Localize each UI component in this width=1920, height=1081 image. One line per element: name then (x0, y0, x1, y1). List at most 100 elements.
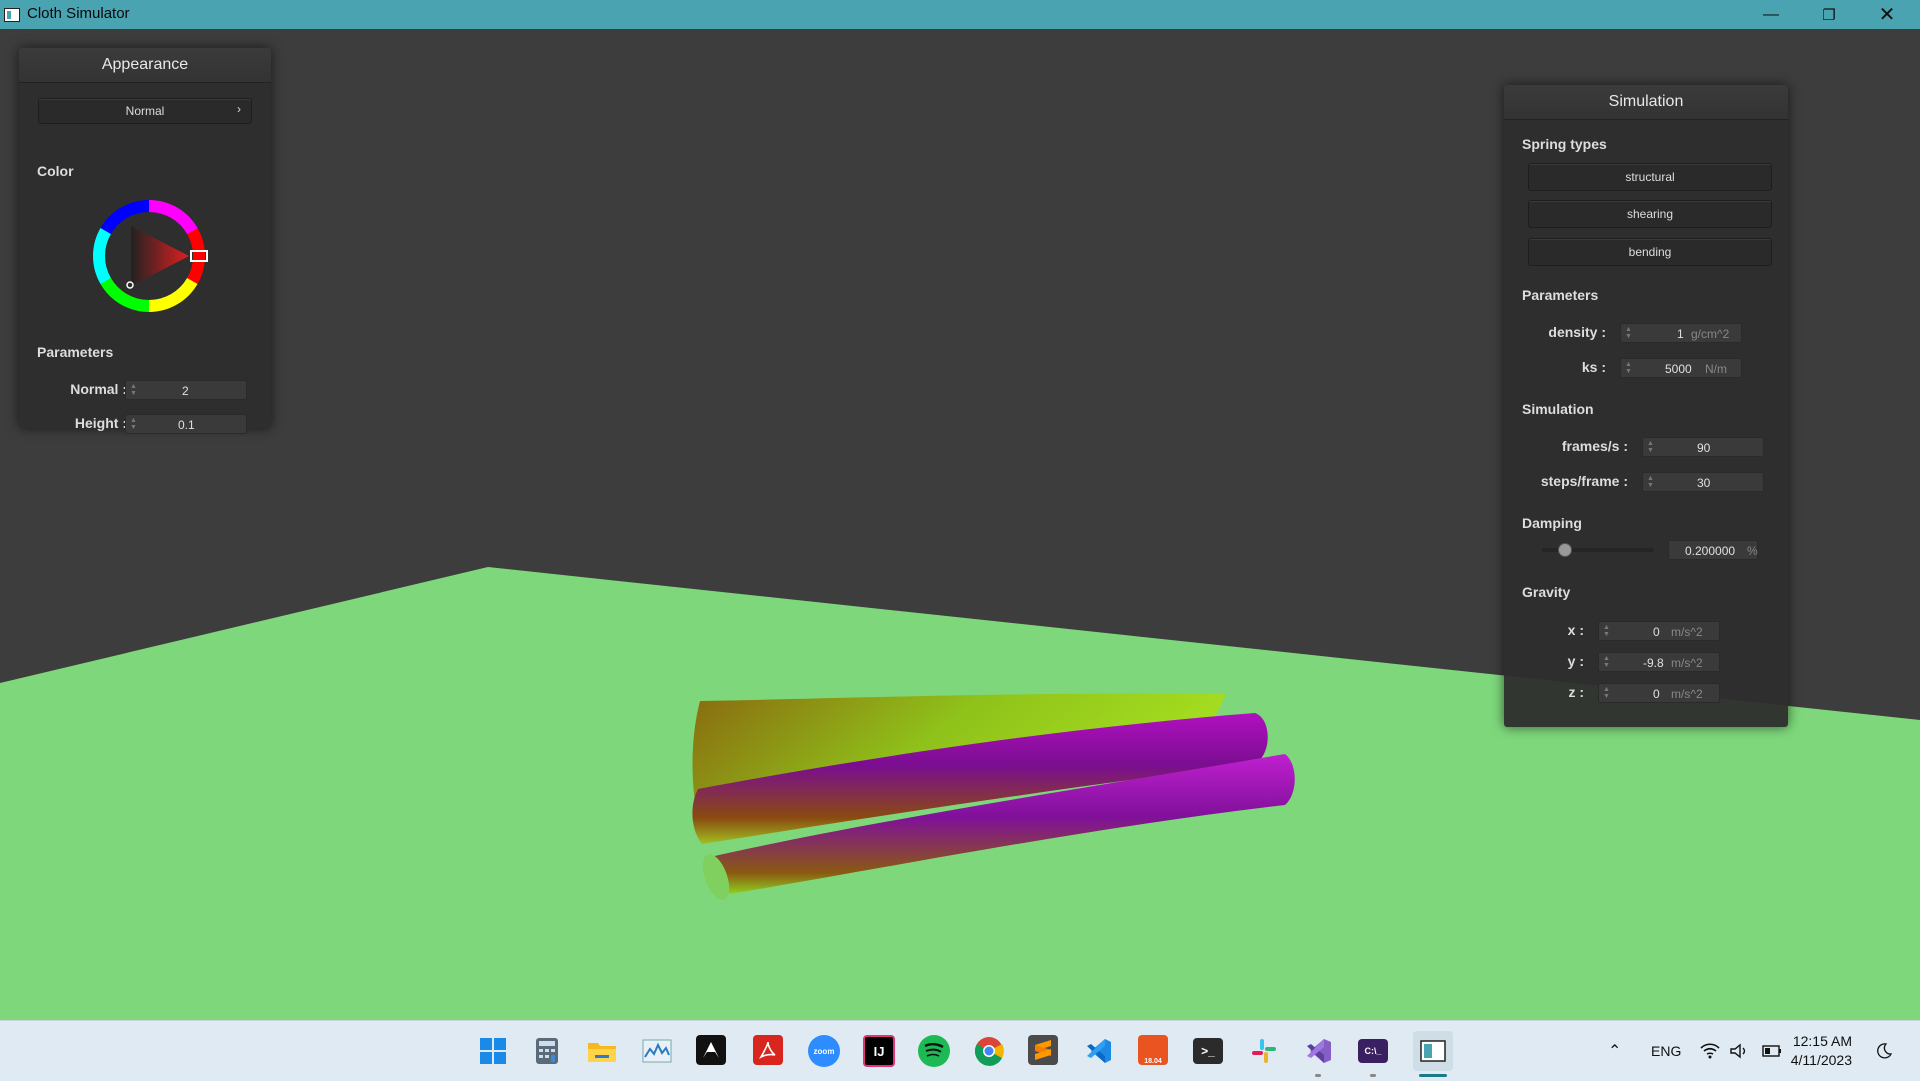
gravity-y-label: y : (1567, 653, 1584, 669)
steps-input[interactable]: ▲ ▼ 30 (1642, 472, 1764, 492)
spinner-arrows-icon[interactable]: ▲ ▼ (130, 417, 137, 431)
appearance-mode-value: Normal (125, 104, 165, 118)
damping-slider-handle[interactable] (1558, 543, 1573, 557)
height-input[interactable]: ▲ ▼ 0.1 (125, 414, 247, 434)
fps-value: 90 (1697, 441, 1711, 455)
spring-types-label: Spring types (1522, 136, 1607, 152)
language-label: ENG (1651, 1043, 1682, 1059)
language-indicator[interactable]: ENG (1651, 1021, 1681, 1081)
density-unit: g/cm^2 (1691, 327, 1730, 341)
gravity-x-unit: m/s^2 (1671, 625, 1703, 639)
clock-time: 12:15 AM (1792, 1033, 1852, 1049)
inkscape-icon[interactable] (696, 1035, 726, 1065)
color-label: Color (37, 163, 74, 179)
gravity-y-input[interactable]: ▲ ▼ -9.8 m/s^2 (1598, 652, 1720, 672)
spinner-arrows-icon[interactable]: ▲ ▼ (130, 383, 137, 397)
minimize-button[interactable]: — (1742, 0, 1800, 29)
density-label: density : (1548, 324, 1606, 340)
gravity-label: Gravity (1522, 584, 1571, 600)
app-icon (4, 8, 20, 22)
spinner-arrows-icon[interactable]: ▲ ▼ (1647, 475, 1654, 489)
gravity-y-unit: m/s^2 (1671, 656, 1703, 670)
color-triangle[interactable] (131, 226, 189, 286)
spinner-arrows-icon[interactable]: ▲ ▼ (1603, 655, 1610, 669)
simulation-panel: Simulation Spring types structural shear… (1504, 85, 1788, 727)
running-app-indicator (1315, 1074, 1321, 1077)
ubuntu-icon[interactable]: 18.04 (1138, 1035, 1168, 1065)
battery-icon[interactable] (1760, 1021, 1782, 1081)
normal-input[interactable]: ▲ ▼ 2 (125, 380, 247, 400)
wifi-icon[interactable] (1700, 1021, 1720, 1081)
chrome-icon[interactable] (973, 1035, 1005, 1067)
minimize-icon: — (1763, 5, 1779, 23)
shearing-button[interactable]: shearing (1528, 200, 1772, 228)
chevron-up-icon[interactable]: ⌃ (1608, 1041, 1621, 1061)
clock[interactable]: 12:15 AM 4/11/2023 (1791, 1032, 1852, 1070)
sim-parameters-label: Parameters (1522, 287, 1599, 303)
sublime-text-icon[interactable] (1028, 1035, 1058, 1065)
terminal-icon[interactable]: >_ (1193, 1038, 1223, 1064)
fps-input[interactable]: ▲ ▼ 90 (1642, 437, 1764, 457)
structural-button[interactable]: structural (1528, 163, 1772, 191)
spotify-icon[interactable] (918, 1035, 950, 1067)
height-value: 0.1 (178, 418, 195, 432)
appearance-panel: Appearance Normal › Color Parameters Nor… (19, 48, 271, 434)
title-bar: Cloth Simulator — ❐ ✕ (0, 0, 1920, 29)
slack-icon[interactable] (1248, 1035, 1280, 1067)
file-explorer-icon[interactable] (586, 1035, 618, 1067)
damping-label: Damping (1522, 515, 1582, 531)
vscode-icon[interactable] (1083, 1035, 1115, 1067)
damping-value: 0.200000 (1685, 544, 1736, 558)
spinner-arrows-icon[interactable]: ▲ ▼ (1625, 326, 1632, 340)
active-app-indicator (1419, 1074, 1447, 1077)
steps-label: steps/frame : (1540, 473, 1628, 489)
gravity-z-unit: m/s^2 (1671, 687, 1703, 701)
normal-value: 2 (182, 384, 189, 398)
gravity-x-value: 0 (1653, 625, 1660, 639)
chevron-right-icon: › (237, 102, 241, 116)
notifications-icon[interactable] (1876, 1021, 1892, 1081)
steps-value: 30 (1697, 476, 1711, 490)
gravity-z-value: 0 (1653, 687, 1660, 701)
zoom-icon[interactable]: zoom (808, 1035, 840, 1067)
system-tray: ⌃ (1608, 1021, 1621, 1081)
normal-label: Normal : (70, 381, 127, 397)
ks-input[interactable]: ▲ ▼ 5000 N/m (1620, 358, 1742, 378)
appearance-parameters-label: Parameters (37, 344, 114, 360)
damping-input[interactable]: 0.200000 % (1668, 540, 1758, 560)
simulation-section-label: Simulation (1522, 401, 1594, 417)
appearance-mode-dropdown[interactable]: Normal › (38, 98, 252, 124)
spinner-arrows-icon[interactable]: ▲ ▼ (1603, 624, 1610, 638)
ks-label: ks : (1581, 359, 1606, 375)
ks-value: 5000 (1665, 362, 1692, 376)
window-title: Cloth Simulator (27, 5, 130, 22)
gravity-x-input[interactable]: ▲ ▼ 0 m/s^2 (1598, 621, 1720, 641)
bending-button[interactable]: bending (1528, 238, 1772, 266)
density-input[interactable]: ▲ ▼ 1 g/cm^2 (1620, 323, 1742, 343)
performance-monitor-icon[interactable] (641, 1035, 673, 1067)
spinner-arrows-icon[interactable]: ▲ ▼ (1647, 440, 1654, 454)
color-wheel[interactable] (89, 196, 209, 316)
gravity-z-label: z : (1568, 684, 1584, 700)
density-value: 1 (1677, 327, 1684, 341)
spinner-arrows-icon[interactable]: ▲ ▼ (1625, 361, 1632, 375)
volume-icon[interactable] (1729, 1021, 1749, 1081)
visual-studio-icon[interactable] (1303, 1035, 1335, 1067)
maximize-button[interactable]: ❐ (1800, 0, 1858, 29)
damping-slider[interactable] (1542, 543, 1654, 557)
windows-start-icon[interactable] (477, 1035, 509, 1067)
cloth-simulator-app-icon[interactable] (1413, 1031, 1453, 1071)
clock-date: 4/11/2023 (1790, 1052, 1852, 1068)
close-button[interactable]: ✕ (1858, 0, 1916, 29)
intellij-icon[interactable]: IJ (863, 1035, 895, 1067)
3d-viewport[interactable]: Appearance Normal › Color Parameters Nor… (0, 29, 1920, 1020)
spinner-arrows-icon[interactable]: ▲ ▼ (1603, 686, 1610, 700)
appearance-panel-header[interactable]: Appearance (19, 48, 271, 83)
command-prompt-icon[interactable]: C:\_ (1358, 1039, 1388, 1063)
height-label: Height : (74, 415, 127, 431)
simulation-panel-header[interactable]: Simulation (1504, 85, 1788, 120)
gravity-z-input[interactable]: ▲ ▼ 0 m/s^2 (1598, 683, 1720, 703)
acrobat-icon[interactable] (753, 1035, 783, 1065)
appearance-title: Appearance (101, 56, 189, 73)
calculator-icon[interactable] (531, 1035, 563, 1067)
